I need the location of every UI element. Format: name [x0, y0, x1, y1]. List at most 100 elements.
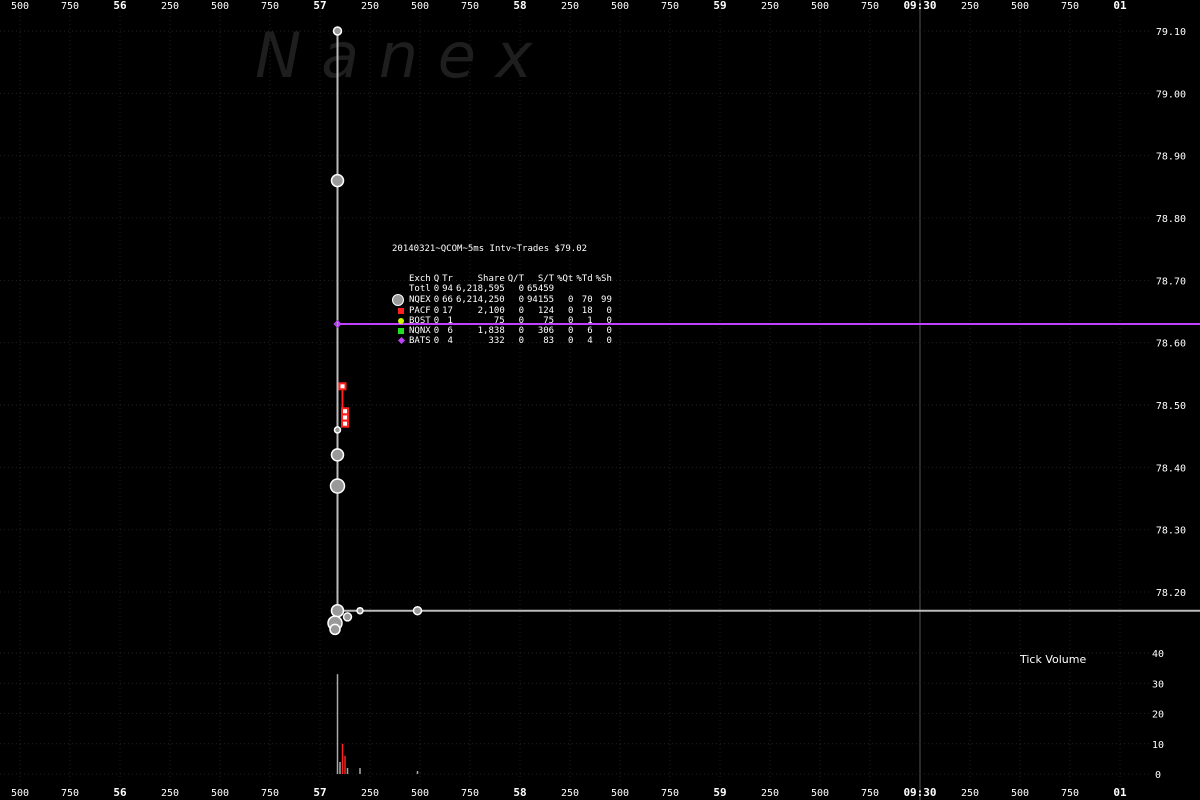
legend-cell: 6,214,250 — [455, 295, 505, 305]
legend-cell: 0 — [518, 336, 524, 346]
legend-cell: 1 — [447, 316, 453, 326]
x-tick-label: 09:30 — [903, 0, 936, 12]
x-tick-label: 500 — [11, 1, 29, 12]
legend-cell: PACF — [409, 306, 431, 316]
legend-row: NQEX 0 66 6,214,250 0 94155 0 70 99 — [392, 294, 615, 306]
x-tick-label: 01 — [1113, 0, 1127, 12]
tick-volume-label: Tick Volume — [1019, 653, 1086, 666]
volume-tick-label: 40 — [1152, 649, 1164, 660]
price-tick-label: 78.80 — [1156, 214, 1186, 225]
trade-point-pacf — [338, 382, 347, 391]
legend-header-cell: S/T — [537, 274, 555, 284]
legend-cell: 70 — [581, 295, 593, 305]
legend-cell: 0 — [606, 326, 612, 336]
legend-row: BOST 0 1 75 0 75 0 1 0 — [392, 316, 615, 326]
legend-row: NQNX 0 6 1,838 0 306 0 6 0 — [392, 326, 615, 336]
legend-cell: 6,218,595 — [455, 284, 505, 294]
legend-header-cell — [392, 274, 409, 284]
legend-header-cell: Exch — [409, 274, 431, 284]
legend-cell: 0 — [433, 306, 440, 316]
legend-header-cell: %Sh — [595, 274, 612, 284]
trade-point-nqex — [342, 612, 353, 622]
x-tick-label: 500 — [411, 1, 429, 12]
legend-symbol — [392, 306, 409, 316]
watermark: N a n e x — [255, 19, 534, 92]
x-tick-label: 250 — [561, 1, 579, 12]
legend-header-row: Exch Q Tr Share Q/T S/T %Qt %Td %Sh — [392, 274, 615, 284]
x-tick-label: 750 — [1061, 788, 1079, 799]
chart-legend: 20140321~QCOM~5ms Intv~Trades $79.02 Exc… — [392, 224, 615, 356]
legend-cell: 65459 — [527, 284, 555, 294]
x-tick-label: 58 — [513, 786, 526, 799]
volume-tick-label: 10 — [1152, 740, 1164, 751]
legend-header-cell: %Qt — [557, 274, 574, 284]
legend-cell: 66 — [442, 295, 453, 305]
x-tick-label: 56 — [113, 0, 127, 12]
legend-cell: 0 — [567, 316, 574, 326]
legend-cell: BATS — [409, 336, 431, 346]
x-tick-label: 250 — [961, 788, 979, 799]
legend-cell: 306 — [537, 326, 555, 336]
legend-cell: NQNX — [409, 326, 431, 336]
legend-cell: Totl — [409, 284, 431, 294]
price-tick-label: 78.70 — [1156, 276, 1186, 287]
legend-square-icon — [398, 307, 404, 314]
legend-cell: 0 — [567, 306, 574, 316]
volume-tick-label: 20 — [1152, 710, 1164, 721]
legend-diamond-icon — [397, 336, 406, 345]
volume-tick-label: 0 — [1155, 770, 1161, 781]
x-tick-label: 250 — [361, 788, 379, 799]
trade-point-pacf — [341, 407, 349, 416]
legend-cell: 1,838 — [477, 326, 505, 336]
trade-point-nqex — [329, 623, 341, 636]
x-tick-label: 500 — [211, 788, 229, 799]
legend-cell: 75 — [543, 316, 555, 326]
x-tick-label: 59 — [713, 786, 726, 799]
x-tick-label: 09:30 — [903, 786, 936, 799]
legend-cell — [576, 284, 595, 294]
trade-point-nqex — [356, 606, 364, 615]
x-tick-label: 250 — [161, 788, 179, 799]
legend-cell: 99 — [601, 295, 612, 305]
price-tick-label: 78.30 — [1156, 526, 1186, 537]
trade-point-nqex — [329, 478, 346, 494]
x-tick-label: 750 — [861, 1, 879, 12]
legend-cell: 0 — [433, 284, 440, 294]
legend-symbol — [392, 284, 409, 294]
x-tick-label: 250 — [561, 788, 579, 799]
legend-header-cell: Q — [433, 274, 440, 284]
x-tick-label: 750 — [661, 1, 679, 12]
x-tick-label: 500 — [611, 1, 629, 12]
volume-axis: 40 30 20 10 0 — [1152, 649, 1164, 781]
x-tick-label: 750 — [261, 1, 279, 12]
x-tick-label: 59 — [713, 0, 726, 12]
legend-symbol — [392, 326, 409, 336]
x-tick-label: 750 — [61, 788, 79, 799]
trade-point-pacf — [341, 419, 349, 428]
legend-cell: BOST — [409, 316, 431, 326]
x-tick-label: 750 — [1061, 1, 1079, 12]
x-tick-label: 750 — [461, 788, 479, 799]
legend-cell: 0 — [567, 295, 574, 305]
x-tick-label: 57 — [313, 786, 326, 799]
legend-cell: 0 — [567, 336, 574, 346]
volume-tick-label: 30 — [1152, 679, 1164, 690]
legend-cell: 0 — [606, 316, 612, 326]
chart-title: 20140321~QCOM~5ms Intv~Trades $79.02 — [392, 244, 588, 254]
x-tick-label: 750 — [661, 788, 679, 799]
legend-cell: 18 — [581, 306, 593, 316]
legend-row: Totl 0 94 6,218,595 0 65459 — [392, 284, 615, 294]
price-tick-label: 78.60 — [1156, 339, 1186, 350]
x-tick-label: 750 — [261, 788, 279, 799]
legend-header-cell: %Td — [576, 274, 593, 284]
trade-point-nqex — [332, 26, 343, 36]
x-axis-bottom: 500 750 56 250 500 750 57 250 500 750 58 250 500 750 5… — [11, 786, 1127, 799]
x-tick-label: 500 — [611, 788, 629, 799]
x-tick-label: 250 — [361, 1, 379, 12]
legend-cell: 94 — [442, 284, 453, 294]
legend-row: PACF 0 17 2,100 0 124 0 18 0 — [392, 306, 615, 316]
grid-lines — [0, 0, 1150, 800]
legend-symbol — [392, 336, 409, 346]
x-tick-label: 56 — [113, 786, 127, 799]
x-tick-label: 58 — [513, 0, 526, 12]
